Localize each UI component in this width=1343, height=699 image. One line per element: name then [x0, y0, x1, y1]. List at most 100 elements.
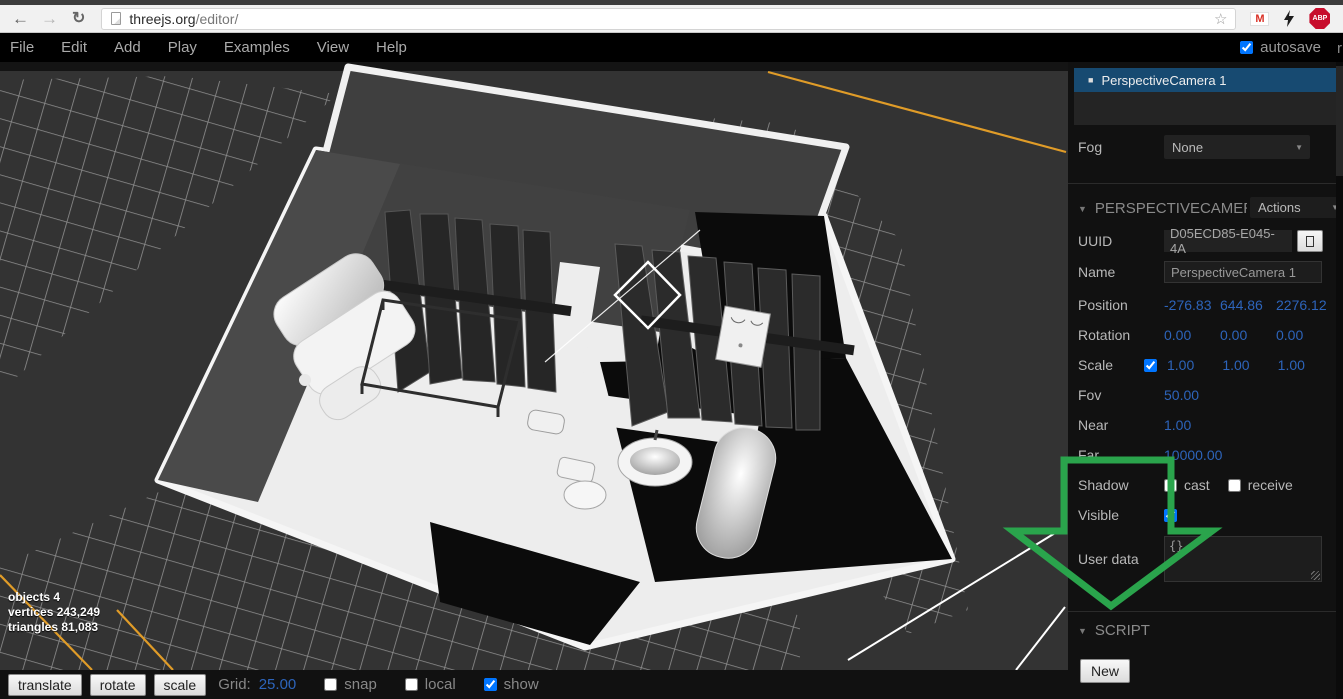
fog-label: Fog [1078, 139, 1164, 155]
back-icon[interactable]: ← [12, 10, 29, 27]
visible-checkbox[interactable] [1164, 509, 1177, 522]
rotation-label: Rotation [1078, 327, 1164, 343]
url-text[interactable]: threejs.org/editor/ [129, 11, 238, 27]
stat-objects: objects 4 [8, 590, 100, 605]
url-path: /editor/ [196, 11, 239, 27]
menu-view[interactable]: View [317, 39, 349, 56]
local-checkbox[interactable] [405, 678, 418, 691]
scale-y[interactable]: 1.00 [1222, 357, 1277, 373]
adblock-icon[interactable]: ABP [1309, 8, 1330, 29]
scale-lock-checkbox[interactable] [1144, 359, 1157, 372]
userdata-textarea[interactable]: {} [1164, 536, 1322, 582]
script-panel-header: ▼ SCRIPT [1078, 622, 1150, 639]
rotation-x[interactable]: 0.00 [1164, 327, 1220, 343]
far-value[interactable]: 10000.00 [1164, 447, 1244, 463]
snap-checkbox[interactable] [324, 678, 337, 691]
grid-label: Grid: [218, 676, 251, 693]
clipped-text: r [1337, 40, 1342, 57]
scene-top-strip [0, 62, 1068, 71]
page-icon [111, 12, 121, 25]
position-label: Position [1078, 297, 1164, 313]
gmail-icon[interactable]: M [1250, 12, 1269, 26]
chevron-down-icon: ▼ [1295, 143, 1303, 152]
editor-menubar: File Edit Add Play Examples View Help au… [0, 33, 1343, 62]
fov-value[interactable]: 50.00 [1164, 387, 1220, 403]
show-label: show [504, 676, 539, 693]
object-panel-header: ▼ PERSPECTIVECAMERA Actions ▼ [1078, 200, 1247, 217]
stat-triangles: triangles 81,083 [8, 620, 100, 635]
divider [1068, 611, 1336, 612]
rotation-y[interactable]: 0.00 [1220, 327, 1276, 343]
menu-help[interactable]: Help [376, 39, 407, 56]
sidebar: ■ PerspectiveCamera 1 Fog None ▼ ▼ PERSP… [1068, 62, 1343, 699]
scene-stats: objects 4 vertices 243,249 triangles 81,… [8, 590, 100, 635]
browser-toolbar: ← → ↻ threejs.org/editor/ ☆ M ABP [0, 5, 1343, 33]
washing-machine [716, 306, 771, 367]
menu-add[interactable]: Add [114, 39, 141, 56]
new-script-button[interactable]: New [1080, 659, 1130, 683]
outliner-selected-row[interactable]: ■ PerspectiveCamera 1 [1074, 68, 1336, 92]
divider [1068, 183, 1336, 184]
actions-label: Actions [1258, 200, 1301, 215]
near-value[interactable]: 1.00 [1164, 417, 1220, 433]
menu-play[interactable]: Play [168, 39, 197, 56]
viewport-3d[interactable]: objects 4 vertices 243,249 triangles 81,… [0, 62, 1068, 670]
scale-x[interactable]: 1.00 [1167, 357, 1222, 373]
scrollbar-thumb[interactable] [1336, 66, 1343, 176]
near-label: Near [1078, 417, 1164, 433]
uuid-label: UUID [1078, 233, 1164, 249]
actions-select[interactable]: Actions ▼ [1250, 197, 1343, 218]
autosave-checkbox[interactable] [1240, 41, 1253, 54]
outliner-panel[interactable]: ■ PerspectiveCamera 1 [1074, 68, 1336, 125]
collapse-caret-icon[interactable]: ▼ [1078, 626, 1087, 636]
viewport-toolbar: translate rotate scale Grid: 25.00 snap … [0, 670, 1068, 699]
translate-button[interactable]: translate [8, 674, 82, 696]
scale-button[interactable]: scale [154, 674, 207, 696]
uuid-refresh-button[interactable] [1297, 230, 1323, 252]
object-type-title: PERSPECTIVECAMERA [1095, 200, 1247, 217]
reload-icon[interactable]: ↻ [72, 11, 85, 27]
address-bar[interactable]: threejs.org/editor/ ☆ [101, 8, 1236, 30]
position-z[interactable]: 2276.12 [1276, 297, 1332, 313]
shadow-receive-checkbox[interactable] [1228, 479, 1241, 492]
extension-bar: M ABP [1250, 8, 1330, 29]
outliner-item-label: PerspectiveCamera 1 [1101, 73, 1226, 88]
position-y[interactable]: 644.86 [1220, 297, 1276, 313]
rotation-z[interactable]: 0.00 [1276, 327, 1332, 343]
couch-foot [299, 374, 311, 386]
bookmark-star-icon[interactable]: ☆ [1214, 10, 1227, 28]
userdata-label: User data [1078, 551, 1164, 567]
uuid-value: D05ECD85-E045-4A [1164, 230, 1292, 252]
object-bullet-icon: ■ [1088, 75, 1093, 85]
forward-icon[interactable]: → [41, 10, 58, 27]
cast-label: cast [1184, 477, 1210, 493]
script-title: SCRIPT [1095, 622, 1150, 639]
name-input[interactable]: PerspectiveCamera 1 [1164, 261, 1322, 283]
rotate-button[interactable]: rotate [90, 674, 146, 696]
autosave-label: autosave [1260, 39, 1321, 56]
show-checkbox[interactable] [484, 678, 497, 691]
menu-edit[interactable]: Edit [61, 39, 87, 56]
stat-vertices: vertices 243,249 [8, 605, 100, 620]
threejs-editor-window: ← → ↻ threejs.org/editor/ ☆ M ABP File E… [0, 0, 1343, 699]
local-label: local [425, 676, 456, 693]
menu-examples[interactable]: Examples [224, 39, 290, 56]
fog-select[interactable]: None ▼ [1164, 135, 1310, 159]
scale-label: Scale [1078, 357, 1144, 373]
lightning-icon[interactable] [1283, 10, 1295, 27]
scale-z[interactable]: 1.00 [1278, 357, 1333, 373]
snap-label: snap [344, 676, 377, 693]
userdata-value: {} [1169, 539, 1183, 553]
fog-value: None [1172, 140, 1203, 155]
position-x[interactable]: -276.83 [1164, 297, 1220, 313]
visible-label: Visible [1078, 507, 1164, 523]
collapse-caret-icon[interactable]: ▼ [1078, 204, 1087, 214]
sidebar-scrollbar[interactable] [1336, 62, 1343, 699]
name-label: Name [1078, 264, 1164, 280]
shadow-cast-checkbox[interactable] [1164, 479, 1177, 492]
shadow-label: Shadow [1078, 477, 1164, 493]
resize-handle-icon[interactable] [1311, 571, 1320, 580]
grid-size-value[interactable]: 25.00 [259, 676, 297, 693]
menu-file[interactable]: File [10, 39, 34, 56]
fov-label: Fov [1078, 387, 1164, 403]
